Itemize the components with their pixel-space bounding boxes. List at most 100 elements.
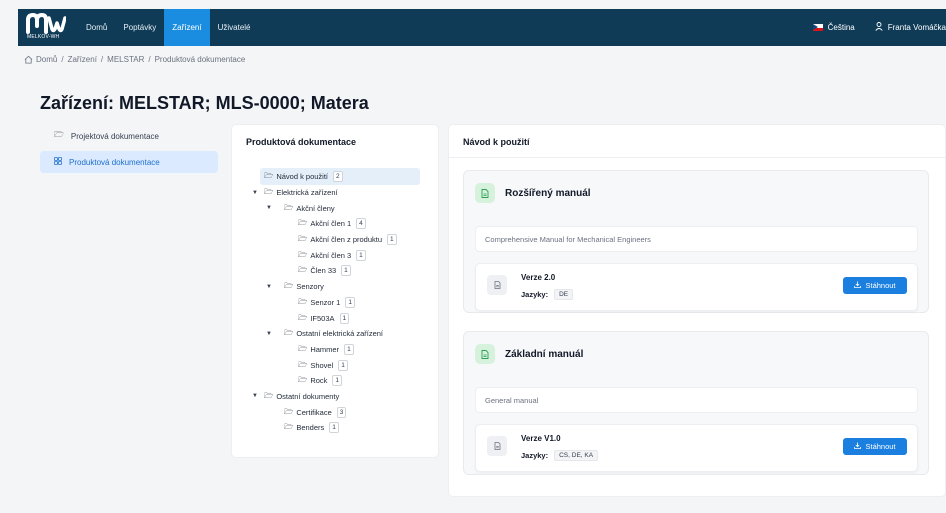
tree-node-text: Akční členy bbox=[296, 203, 335, 213]
tree-node[interactable]: 🗁 Hammer 1 bbox=[232, 342, 438, 358]
tree-node[interactable]: 🗁 IF503A 1 bbox=[232, 310, 438, 326]
tree-node-label: 🗁 IF503A 1 bbox=[298, 312, 350, 325]
detail-panel-title: Návod k použití bbox=[463, 137, 530, 147]
version-languages: Jazyky: DE bbox=[521, 289, 574, 300]
nav-link-users[interactable]: Uživatelé bbox=[210, 9, 259, 46]
tree-node-text: Akční člen z produktu bbox=[310, 235, 383, 245]
tree-node-label: 🗁 Rock 1 bbox=[298, 374, 343, 387]
breadcrumb-home[interactable]: Domů bbox=[36, 55, 57, 64]
manual-title: Rozšířený manuál bbox=[505, 187, 591, 199]
folder-icon: 🗁 bbox=[298, 296, 308, 306]
detail-panel: Návod k použití Rozšířený manuál Compreh… bbox=[448, 124, 946, 497]
tree-node-text: Certifikace bbox=[296, 407, 332, 417]
folder-icon: 🗁 bbox=[264, 187, 274, 197]
user-menu[interactable]: Franta Vomáčka bbox=[875, 22, 946, 33]
logo[interactable]: MELKOV-WH bbox=[24, 9, 70, 46]
tree-node[interactable]: 🗁 Senzor 1 1 bbox=[232, 295, 438, 311]
version-name: Verze 2.0 bbox=[521, 273, 556, 282]
tree-node[interactable]: 🗁 Shovel 1 bbox=[232, 357, 438, 373]
manual-description: Comprehensive Manual for Mechanical Engi… bbox=[475, 226, 918, 252]
download-icon bbox=[854, 442, 862, 451]
download-label: Stáhnout bbox=[865, 442, 896, 451]
caret-down-icon[interactable]: ▼ bbox=[252, 393, 258, 399]
sidebar-item-label: Projektová dokumentace bbox=[70, 131, 159, 141]
tree-node[interactable]: ▼ 🗁 Ostatní elektrická zařízení bbox=[232, 326, 438, 342]
tree-node-text: Ostatní dokumenty bbox=[276, 391, 340, 401]
count-badge: 1 bbox=[387, 234, 397, 246]
language-chip: CS, DE, KA bbox=[554, 450, 599, 461]
breadcrumb-devices[interactable]: Zařízení bbox=[68, 55, 97, 64]
manual-card: Základní manuál General manual Verze V1.… bbox=[463, 331, 929, 475]
file-icon bbox=[487, 275, 507, 295]
caret-down-icon[interactable]: ▼ bbox=[266, 331, 272, 337]
count-badge: 1 bbox=[344, 343, 354, 355]
tree-node-text: Akční člen 1 bbox=[310, 219, 352, 229]
tree-node-text: Senzory bbox=[296, 282, 324, 292]
user-icon bbox=[875, 22, 883, 33]
version-row: Verze V1.0 Jazyky: CS, DE, KA Stáhnout bbox=[475, 424, 918, 472]
tree-node-text: Hammer bbox=[310, 344, 340, 354]
version-row: Verze 2.0 Jazyky: DE Stáhnout bbox=[475, 263, 918, 311]
tree-node[interactable]: ▼ 🗁 Akční členy bbox=[232, 200, 438, 216]
tree-node[interactable]: ▼ 🗁 Elektrická zařízení bbox=[232, 185, 438, 201]
download-button[interactable]: Stáhnout bbox=[843, 438, 907, 455]
version-name: Verze V1.0 bbox=[521, 434, 561, 443]
caret-down-icon[interactable]: ▼ bbox=[266, 205, 272, 211]
folder-icon: 🗁 bbox=[298, 375, 308, 385]
breadcrumb: Domů / Zařízení / MELSTAR / Produktová d… bbox=[24, 55, 245, 64]
languages-label: Jazyky: bbox=[521, 290, 549, 299]
logo-text: MELKOV-WH bbox=[27, 34, 60, 40]
tree-node[interactable]: 🗁 Akční člen z produktu 1 bbox=[232, 232, 438, 248]
folder-icon: 🗁 bbox=[298, 265, 308, 275]
document-icon bbox=[475, 344, 495, 364]
manual-title: Základní manuál bbox=[505, 348, 584, 360]
tree-node[interactable]: ▼ 🗁 Ostatní dokumenty bbox=[232, 389, 438, 405]
folder-icon: 🗁 bbox=[298, 249, 308, 259]
czech-flag-icon bbox=[812, 24, 823, 31]
tree-node[interactable]: 🗁 Akční člen 3 1 bbox=[232, 247, 438, 263]
tree-node-text: Rock bbox=[310, 376, 328, 386]
breadcrumb-separator: / bbox=[148, 55, 151, 64]
tree-node-text: Člen 33 bbox=[310, 266, 337, 276]
breadcrumb-current: Produktová dokumentace bbox=[154, 55, 246, 64]
tree-node-label: 🗁 Senzor 1 1 bbox=[298, 296, 355, 309]
tree-node[interactable]: 🗁 Rock 1 bbox=[232, 373, 438, 389]
sidebar-item-project-docs[interactable]: 🗁 Projektová dokumentace bbox=[40, 125, 218, 147]
tree-node[interactable]: 🗁 Certifikace 3 bbox=[232, 404, 438, 420]
nav-link-home[interactable]: Domů bbox=[78, 9, 115, 46]
download-button[interactable]: Stáhnout bbox=[843, 277, 907, 294]
nav-link-inquiries[interactable]: Poptávky bbox=[115, 9, 164, 46]
count-badge: 2 bbox=[333, 171, 343, 183]
sidebar-item-product-docs[interactable]: Produktová dokumentace bbox=[40, 151, 218, 173]
home-icon bbox=[24, 55, 33, 64]
breadcrumb-separator: / bbox=[100, 55, 104, 64]
language-selector[interactable]: Čeština bbox=[812, 23, 855, 32]
download-icon bbox=[854, 281, 862, 290]
tree-node[interactable]: ▼ 🗁 Senzory bbox=[232, 279, 438, 295]
count-badge: 1 bbox=[329, 422, 339, 434]
folder-icon: 🗁 bbox=[284, 406, 294, 416]
tree-node-label: 🗁 Akční člen z produktu 1 bbox=[298, 233, 397, 246]
folder-icon: 🗁 bbox=[284, 202, 294, 212]
manual-description: General manual bbox=[475, 387, 918, 413]
count-badge: 3 bbox=[336, 406, 347, 418]
languages-label: Jazyky: bbox=[521, 451, 549, 460]
tree-node[interactable]: 🗁 Benders 1 bbox=[232, 420, 438, 436]
tree-node[interactable]: 🗁 Člen 33 1 bbox=[232, 263, 438, 279]
tree-node[interactable]: 🗁 Akční člen 1 4 bbox=[232, 216, 438, 232]
tree-node[interactable]: 🗁 Návod k použití 2 bbox=[232, 168, 438, 186]
file-icon bbox=[487, 436, 507, 456]
nav-link-devices[interactable]: Zařízení bbox=[164, 9, 210, 46]
count-badge: 4 bbox=[356, 218, 366, 230]
breadcrumb-device[interactable]: MELSTAR bbox=[107, 55, 144, 64]
folder-icon: 🗁 bbox=[298, 343, 308, 353]
tree-node-label: 🗁 Elektrická zařízení bbox=[264, 186, 338, 199]
caret-down-icon[interactable]: ▼ bbox=[252, 190, 258, 196]
top-navbar: MELKOV-WH Domů Poptávky Zařízení Uživate… bbox=[18, 9, 946, 46]
tree-node-label: 🗁 Člen 33 1 bbox=[298, 264, 351, 277]
tree-node-text: Senzor 1 bbox=[310, 297, 341, 307]
count-badge: 1 bbox=[356, 249, 366, 261]
manual-card: Rozšířený manuál Comprehensive Manual fo… bbox=[463, 170, 929, 313]
tree-node-label: 🗁 Hammer 1 bbox=[298, 343, 354, 356]
caret-down-icon[interactable]: ▼ bbox=[266, 284, 272, 290]
